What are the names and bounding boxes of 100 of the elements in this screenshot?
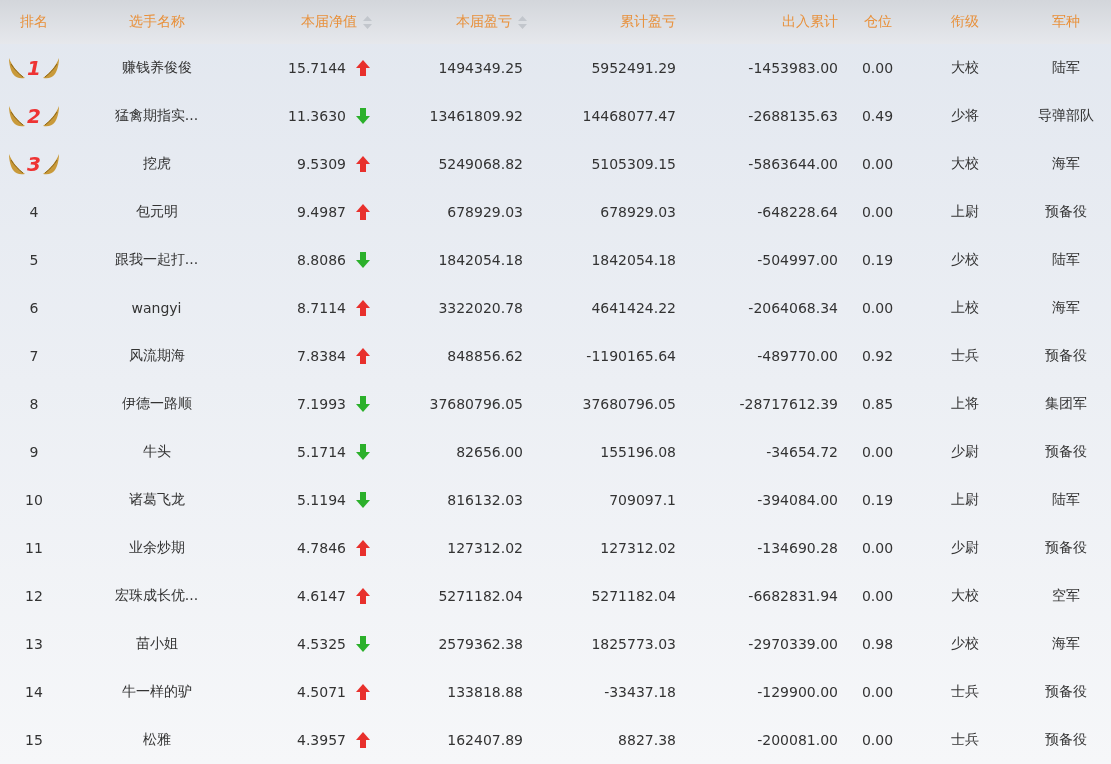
player-name: 伊德一路顺 bbox=[121, 395, 192, 413]
table-cell: 0.00 bbox=[861, 588, 894, 604]
table-cell: 上尉 bbox=[951, 203, 979, 221]
table-cell: 4641424.22 bbox=[591, 300, 676, 316]
player-name: 苗小姐 bbox=[135, 635, 178, 653]
table-cell: 13461809.92 bbox=[429, 108, 523, 124]
table-cell: 预备役 bbox=[1044, 539, 1087, 557]
rank-number: 8 bbox=[29, 396, 39, 412]
player-name: wangyi bbox=[131, 300, 182, 316]
table-cell: -2688135.63 bbox=[748, 108, 838, 124]
table-cell: 少将 bbox=[951, 107, 979, 125]
table-cell: 上尉 bbox=[951, 491, 979, 509]
table-cell: 大校 bbox=[951, 59, 979, 77]
player-name: 风流期海 bbox=[128, 347, 185, 365]
table-cell: 8.8086 bbox=[297, 252, 346, 268]
table-cell: 少校 bbox=[951, 251, 979, 269]
player-name: 业余炒期 bbox=[128, 539, 185, 557]
column-header[interactable]: 本届净值 bbox=[301, 13, 357, 31]
player-name: 猛禽期指实... bbox=[114, 107, 199, 125]
table-cell: 预备役 bbox=[1044, 443, 1087, 461]
table-cell: 少尉 bbox=[951, 443, 979, 461]
table-cell: 82656.00 bbox=[456, 444, 523, 460]
rank-number: 11 bbox=[25, 540, 43, 556]
table-cell: -134690.28 bbox=[757, 540, 838, 556]
table-cell: 678929.03 bbox=[600, 204, 676, 220]
table-cell: -2970339.00 bbox=[748, 636, 838, 652]
table-cell: -489770.00 bbox=[757, 348, 838, 364]
rank-number: 14 bbox=[25, 684, 43, 700]
table-cell: -33437.18 bbox=[604, 684, 676, 700]
table-cell: 士兵 bbox=[951, 731, 979, 749]
column-header: 衔级 bbox=[951, 13, 979, 31]
table-cell: 7.1993 bbox=[297, 396, 346, 412]
table-cell: -2064068.34 bbox=[748, 300, 838, 316]
table-cell: 5271182.04 bbox=[438, 588, 523, 604]
column-header: 选手名称 bbox=[128, 13, 185, 31]
table-cell: 少尉 bbox=[951, 539, 979, 557]
table-cell: 0.92 bbox=[861, 348, 894, 364]
table-cell: 陆军 bbox=[1051, 59, 1080, 77]
table-cell: 士兵 bbox=[951, 347, 979, 365]
rank-number: 12 bbox=[25, 588, 43, 604]
table-cell: 陆军 bbox=[1051, 251, 1080, 269]
table-cell: 预备役 bbox=[1044, 203, 1087, 221]
rank-number: 9 bbox=[29, 444, 39, 460]
table-cell: 5249068.82 bbox=[438, 156, 523, 172]
table-cell: -504997.00 bbox=[757, 252, 838, 268]
table-cell: 15.7144 bbox=[288, 60, 346, 76]
player-name: 松雅 bbox=[142, 731, 171, 749]
table-cell: 预备役 bbox=[1044, 683, 1087, 701]
table-cell: 5.1194 bbox=[297, 492, 346, 508]
table-cell: -28717612.39 bbox=[739, 396, 838, 412]
wing-icon bbox=[8, 152, 27, 176]
table-cell: 0.00 bbox=[861, 204, 894, 220]
table-cell: 7.8384 bbox=[297, 348, 346, 364]
column-header[interactable]: 本届盈亏 bbox=[456, 13, 512, 31]
player-name: 宏珠成长优... bbox=[114, 587, 199, 605]
table-cell: -6682831.94 bbox=[748, 588, 838, 604]
column-header: 排名 bbox=[20, 13, 48, 31]
rank-number: 15 bbox=[25, 732, 43, 748]
table-cell: 导弹部队 bbox=[1037, 107, 1094, 125]
sort-icon[interactable] bbox=[363, 15, 372, 29]
sort-icon[interactable] bbox=[518, 15, 527, 29]
column-header: 仓位 bbox=[863, 13, 892, 31]
table-cell: 127312.02 bbox=[600, 540, 676, 556]
table-cell: 大校 bbox=[951, 155, 979, 173]
column-header: 出入累计 bbox=[782, 13, 838, 31]
table-cell: 陆军 bbox=[1051, 491, 1080, 509]
table-cell: 37680796.05 bbox=[582, 396, 676, 412]
table-cell: 9.5309 bbox=[297, 156, 346, 172]
table-cell: 5105309.15 bbox=[591, 156, 676, 172]
table-cell: 8.7114 bbox=[297, 300, 346, 316]
player-name: 牛头 bbox=[142, 443, 171, 461]
rank-number: 7 bbox=[29, 348, 39, 364]
table-cell: -648228.64 bbox=[757, 204, 838, 220]
table-cell: 2579362.38 bbox=[438, 636, 523, 652]
table-cell: 133818.88 bbox=[447, 684, 523, 700]
table-cell: 5.1714 bbox=[297, 444, 346, 460]
table-cell: 678929.03 bbox=[447, 204, 523, 220]
table-cell: 4.7846 bbox=[297, 540, 346, 556]
table-cell: -129900.00 bbox=[757, 684, 838, 700]
table-cell: 少校 bbox=[951, 635, 979, 653]
table-cell: 海军 bbox=[1051, 299, 1080, 317]
table-cell: -394084.00 bbox=[757, 492, 838, 508]
table-cell: 0.00 bbox=[861, 60, 894, 76]
player-name: 挖虎 bbox=[142, 155, 171, 173]
table-cell: 0.85 bbox=[861, 396, 894, 412]
table-cell: 8827.38 bbox=[618, 732, 676, 748]
table-cell: 5952491.29 bbox=[591, 60, 676, 76]
table-cell: 709097.1 bbox=[609, 492, 676, 508]
column-header: 军种 bbox=[1051, 13, 1080, 31]
table-cell: 11.3630 bbox=[288, 108, 346, 124]
table-cell: 4.5071 bbox=[297, 684, 346, 700]
table-cell: 海军 bbox=[1051, 635, 1080, 653]
rank-number: 1 bbox=[27, 56, 41, 80]
wing-icon bbox=[41, 56, 60, 80]
wing-icon bbox=[8, 104, 27, 128]
table-cell: 0.00 bbox=[861, 540, 894, 556]
table-cell: 0.00 bbox=[861, 732, 894, 748]
table-cell: 0.00 bbox=[861, 300, 894, 316]
player-name: 诸葛飞龙 bbox=[128, 491, 185, 509]
table-cell: 0.00 bbox=[861, 444, 894, 460]
